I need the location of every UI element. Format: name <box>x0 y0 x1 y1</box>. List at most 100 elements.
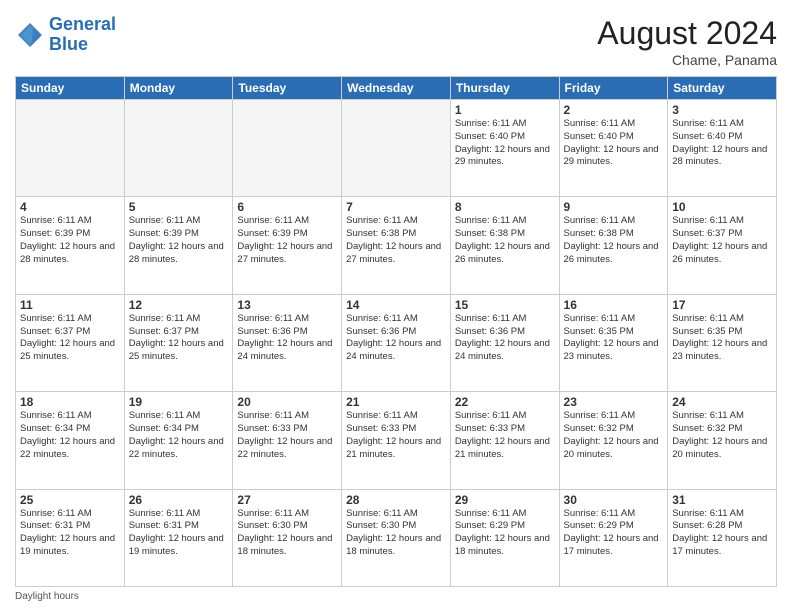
day-number: 10 <box>672 200 772 214</box>
day-number: 23 <box>564 395 664 409</box>
title-block: August 2024 Chame, Panama <box>597 15 777 68</box>
calendar-cell-3-1: 19Sunrise: 6:11 AMSunset: 6:34 PMDayligh… <box>124 392 233 489</box>
day-number: 21 <box>346 395 446 409</box>
day-number: 8 <box>455 200 555 214</box>
calendar-cell-3-3: 21Sunrise: 6:11 AMSunset: 6:33 PMDayligh… <box>342 392 451 489</box>
calendar-cell-3-5: 23Sunrise: 6:11 AMSunset: 6:32 PMDayligh… <box>559 392 668 489</box>
day-info: Sunrise: 6:11 AMSunset: 6:28 PMDaylight:… <box>672 508 772 559</box>
day-info: Sunrise: 6:11 AMSunset: 6:29 PMDaylight:… <box>455 508 555 559</box>
day-number: 15 <box>455 298 555 312</box>
day-info: Sunrise: 6:11 AMSunset: 6:34 PMDaylight:… <box>129 410 229 461</box>
calendar-cell-4-2: 27Sunrise: 6:11 AMSunset: 6:30 PMDayligh… <box>233 489 342 586</box>
logo-line1: General <box>49 14 116 34</box>
calendar-cell-3-2: 20Sunrise: 6:11 AMSunset: 6:33 PMDayligh… <box>233 392 342 489</box>
calendar-cell-4-6: 31Sunrise: 6:11 AMSunset: 6:28 PMDayligh… <box>668 489 777 586</box>
day-number: 30 <box>564 493 664 507</box>
day-number: 6 <box>237 200 337 214</box>
day-info: Sunrise: 6:11 AMSunset: 6:36 PMDaylight:… <box>455 313 555 364</box>
calendar-cell-0-2 <box>233 100 342 197</box>
day-info: Sunrise: 6:11 AMSunset: 6:38 PMDaylight:… <box>564 215 664 266</box>
day-number: 24 <box>672 395 772 409</box>
day-number: 16 <box>564 298 664 312</box>
calendar-cell-2-0: 11Sunrise: 6:11 AMSunset: 6:37 PMDayligh… <box>16 294 125 391</box>
calendar-cell-1-1: 5Sunrise: 6:11 AMSunset: 6:39 PMDaylight… <box>124 197 233 294</box>
day-info: Sunrise: 6:11 AMSunset: 6:37 PMDaylight:… <box>672 215 772 266</box>
day-number: 31 <box>672 493 772 507</box>
day-info: Sunrise: 6:11 AMSunset: 6:30 PMDaylight:… <box>237 508 337 559</box>
day-info: Sunrise: 6:11 AMSunset: 6:40 PMDaylight:… <box>672 118 772 169</box>
header-saturday: Saturday <box>668 77 777 100</box>
day-number: 7 <box>346 200 446 214</box>
day-info: Sunrise: 6:11 AMSunset: 6:37 PMDaylight:… <box>129 313 229 364</box>
day-info: Sunrise: 6:11 AMSunset: 6:34 PMDaylight:… <box>20 410 120 461</box>
calendar-cell-0-6: 3Sunrise: 6:11 AMSunset: 6:40 PMDaylight… <box>668 100 777 197</box>
calendar-cell-0-4: 1Sunrise: 6:11 AMSunset: 6:40 PMDaylight… <box>450 100 559 197</box>
header-thursday: Thursday <box>450 77 559 100</box>
day-number: 28 <box>346 493 446 507</box>
day-info: Sunrise: 6:11 AMSunset: 6:31 PMDaylight:… <box>129 508 229 559</box>
header-monday: Monday <box>124 77 233 100</box>
day-info: Sunrise: 6:11 AMSunset: 6:35 PMDaylight:… <box>672 313 772 364</box>
calendar-cell-2-3: 14Sunrise: 6:11 AMSunset: 6:36 PMDayligh… <box>342 294 451 391</box>
header-sunday: Sunday <box>16 77 125 100</box>
header-wednesday: Wednesday <box>342 77 451 100</box>
week-row-2: 11Sunrise: 6:11 AMSunset: 6:37 PMDayligh… <box>16 294 777 391</box>
calendar-cell-4-5: 30Sunrise: 6:11 AMSunset: 6:29 PMDayligh… <box>559 489 668 586</box>
day-number: 13 <box>237 298 337 312</box>
day-info: Sunrise: 6:11 AMSunset: 6:40 PMDaylight:… <box>564 118 664 169</box>
calendar-cell-3-6: 24Sunrise: 6:11 AMSunset: 6:32 PMDayligh… <box>668 392 777 489</box>
week-row-3: 18Sunrise: 6:11 AMSunset: 6:34 PMDayligh… <box>16 392 777 489</box>
calendar-cell-3-0: 18Sunrise: 6:11 AMSunset: 6:34 PMDayligh… <box>16 392 125 489</box>
day-info: Sunrise: 6:11 AMSunset: 6:30 PMDaylight:… <box>346 508 446 559</box>
calendar-cell-2-6: 17Sunrise: 6:11 AMSunset: 6:35 PMDayligh… <box>668 294 777 391</box>
day-info: Sunrise: 6:11 AMSunset: 6:33 PMDaylight:… <box>237 410 337 461</box>
day-number: 27 <box>237 493 337 507</box>
day-info: Sunrise: 6:11 AMSunset: 6:35 PMDaylight:… <box>564 313 664 364</box>
day-info: Sunrise: 6:11 AMSunset: 6:32 PMDaylight:… <box>564 410 664 461</box>
day-info: Sunrise: 6:11 AMSunset: 6:36 PMDaylight:… <box>237 313 337 364</box>
calendar-table: Sunday Monday Tuesday Wednesday Thursday… <box>15 76 777 587</box>
day-info: Sunrise: 6:11 AMSunset: 6:39 PMDaylight:… <box>20 215 120 266</box>
logo: General Blue <box>15 15 116 55</box>
calendar-cell-0-1 <box>124 100 233 197</box>
calendar-cell-3-4: 22Sunrise: 6:11 AMSunset: 6:33 PMDayligh… <box>450 392 559 489</box>
calendar-cell-2-5: 16Sunrise: 6:11 AMSunset: 6:35 PMDayligh… <box>559 294 668 391</box>
logo-text: General Blue <box>49 15 116 55</box>
calendar-cell-4-4: 29Sunrise: 6:11 AMSunset: 6:29 PMDayligh… <box>450 489 559 586</box>
day-number: 9 <box>564 200 664 214</box>
day-number: 26 <box>129 493 229 507</box>
calendar-cell-2-2: 13Sunrise: 6:11 AMSunset: 6:36 PMDayligh… <box>233 294 342 391</box>
calendar-cell-0-0 <box>16 100 125 197</box>
calendar-cell-1-2: 6Sunrise: 6:11 AMSunset: 6:39 PMDaylight… <box>233 197 342 294</box>
day-info: Sunrise: 6:11 AMSunset: 6:36 PMDaylight:… <box>346 313 446 364</box>
day-number: 25 <box>20 493 120 507</box>
day-number: 22 <box>455 395 555 409</box>
location: Chame, Panama <box>597 52 777 68</box>
week-row-4: 25Sunrise: 6:11 AMSunset: 6:31 PMDayligh… <box>16 489 777 586</box>
day-number: 12 <box>129 298 229 312</box>
calendar-cell-1-0: 4Sunrise: 6:11 AMSunset: 6:39 PMDaylight… <box>16 197 125 294</box>
week-row-1: 4Sunrise: 6:11 AMSunset: 6:39 PMDaylight… <box>16 197 777 294</box>
weekday-header-row: Sunday Monday Tuesday Wednesday Thursday… <box>16 77 777 100</box>
day-number: 20 <box>237 395 337 409</box>
header-friday: Friday <box>559 77 668 100</box>
day-number: 17 <box>672 298 772 312</box>
logo-icon <box>15 20 45 50</box>
day-info: Sunrise: 6:11 AMSunset: 6:38 PMDaylight:… <box>346 215 446 266</box>
day-number: 19 <box>129 395 229 409</box>
day-info: Sunrise: 6:11 AMSunset: 6:39 PMDaylight:… <box>129 215 229 266</box>
day-number: 18 <box>20 395 120 409</box>
calendar-cell-1-6: 10Sunrise: 6:11 AMSunset: 6:37 PMDayligh… <box>668 197 777 294</box>
day-info: Sunrise: 6:11 AMSunset: 6:37 PMDaylight:… <box>20 313 120 364</box>
calendar-cell-4-0: 25Sunrise: 6:11 AMSunset: 6:31 PMDayligh… <box>16 489 125 586</box>
day-number: 1 <box>455 103 555 117</box>
calendar-cell-4-3: 28Sunrise: 6:11 AMSunset: 6:30 PMDayligh… <box>342 489 451 586</box>
day-number: 3 <box>672 103 772 117</box>
calendar-cell-1-4: 8Sunrise: 6:11 AMSunset: 6:38 PMDaylight… <box>450 197 559 294</box>
day-info: Sunrise: 6:11 AMSunset: 6:32 PMDaylight:… <box>672 410 772 461</box>
day-info: Sunrise: 6:11 AMSunset: 6:31 PMDaylight:… <box>20 508 120 559</box>
calendar-cell-1-5: 9Sunrise: 6:11 AMSunset: 6:38 PMDaylight… <box>559 197 668 294</box>
calendar-cell-4-1: 26Sunrise: 6:11 AMSunset: 6:31 PMDayligh… <box>124 489 233 586</box>
calendar-cell-0-5: 2Sunrise: 6:11 AMSunset: 6:40 PMDaylight… <box>559 100 668 197</box>
logo-line2: Blue <box>49 34 88 54</box>
